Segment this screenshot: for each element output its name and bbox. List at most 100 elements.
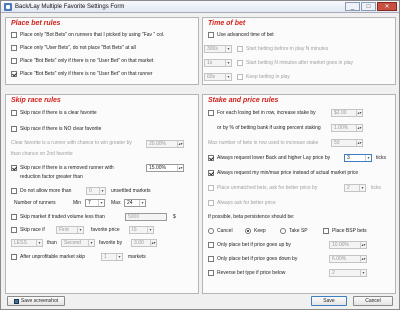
radio[interactable]: [280, 228, 286, 234]
checkbox[interactable]: [11, 254, 17, 260]
checkbox[interactable]: [11, 58, 17, 64]
unsettled-label: unsettled markets: [111, 188, 151, 194]
keep-betting-row[interactable]: Keep betting in play: [237, 73, 290, 81]
fav-by-spinner[interactable]: 3.00 ▴▾: [131, 239, 157, 247]
floppy-icon: [13, 298, 19, 304]
checkbox[interactable]: [11, 45, 17, 51]
take-sp-radio-row[interactable]: Take SP: [280, 227, 308, 235]
maximize-button[interactable]: □: [361, 2, 376, 11]
min-runners-dropdown[interactable]: 7 ▾: [85, 199, 105, 207]
start-after-row[interactable]: Start betting N minutes after market goe…: [237, 59, 353, 67]
stake-price-rules-heading: Stake and price rules: [208, 97, 279, 104]
cancel-button[interactable]: Cancel: [353, 296, 393, 306]
max-bets-spinner[interactable]: 50 ▴▾: [331, 139, 363, 147]
checkbox[interactable]: [208, 242, 214, 248]
checkbox[interactable]: [237, 74, 243, 80]
checkbox[interactable]: [11, 126, 17, 132]
unsettled-spinner[interactable]: 0 ▾: [86, 187, 106, 195]
keep-betting-dropdown[interactable]: 60s ▾: [204, 73, 232, 81]
lower-back-ticks-dropdown[interactable]: 3 ▾: [344, 154, 372, 162]
volume-input[interactable]: 5000: [125, 213, 167, 221]
price-up-row[interactable]: Only place bet if price goes up by: [208, 241, 291, 249]
minimize-button[interactable]: _: [345, 2, 360, 11]
save-button[interactable]: Save: [311, 296, 347, 306]
checkbox[interactable]: [11, 110, 17, 116]
place-bet-rules-heading: Place bet rules: [11, 20, 61, 27]
unmatched-ticks-dropdown[interactable]: 2 ▾: [344, 184, 366, 192]
checkbox-checked[interactable]: [11, 165, 17, 171]
losing-stake-spinner[interactable]: $2.00 ▴▾: [331, 109, 363, 117]
persistence-label: If possible, beta persistence should be:: [208, 214, 295, 220]
place-bot-no-user-runner-row[interactable]: Place "Bot Bets" only if there is no "Us…: [11, 70, 152, 78]
clear-fav-desc-2: than chance on 2nd favorite: [11, 151, 73, 157]
start-before-row[interactable]: Start betting before in play N minutes: [237, 45, 328, 53]
first-fav-dropdown[interactable]: First ▾: [56, 226, 84, 234]
min-label: Min: [73, 200, 82, 206]
checkbox[interactable]: [11, 227, 17, 233]
clear-fav-spinner[interactable]: 20.00% ▴▾: [146, 140, 184, 148]
price-down-spinner[interactable]: 6.00% ▴▾: [329, 255, 367, 263]
skip-race-rules-heading: Skip race rules: [11, 97, 61, 104]
checkbox[interactable]: [208, 200, 214, 206]
keep-radio-row[interactable]: Keep: [245, 227, 266, 235]
is-dropdown[interactable]: IS ▾: [129, 226, 154, 234]
window-title: Back/Lay Multiple Favorite Settings Form: [15, 3, 125, 10]
lower-back-row[interactable]: Always request lower Back and higher Lay…: [208, 154, 330, 162]
checkbox[interactable]: [237, 60, 243, 66]
checkbox[interactable]: [208, 256, 214, 262]
reverse-price-dropdown[interactable]: 2 ▾: [329, 269, 367, 277]
not-allow-row[interactable]: Do not allow more than: [11, 187, 71, 195]
checkbox-checked[interactable]: [208, 155, 214, 161]
checkbox-checked[interactable]: [208, 170, 214, 176]
max-runners-dropdown[interactable]: 24 ▾: [124, 199, 146, 207]
checkbox[interactable]: [208, 185, 214, 191]
skip-race-if-row[interactable]: Skip race if: [11, 226, 45, 234]
second-fav-dropdown[interactable]: Second ▾: [61, 239, 95, 247]
max-label: Max: [111, 200, 121, 206]
use-advanced-time-row[interactable]: Use advanced time of bet: [208, 31, 274, 39]
unmatched-row[interactable]: Place unmatched bets, ask for better pri…: [208, 184, 317, 192]
checkbox[interactable]: [11, 214, 17, 220]
app-icon: [4, 2, 12, 11]
price-up-spinner[interactable]: 10.00% ▴▾: [329, 241, 367, 249]
removed-runner-spinner[interactable]: 15.00% ▴▾: [146, 164, 184, 172]
time-of-bet-heading: Time of bet: [208, 20, 246, 27]
stake-price-rules-panel: [202, 94, 396, 294]
currency-label: $: [173, 214, 176, 220]
skip-no-clear-fav-row[interactable]: Skip race if there is NO clear favorite: [11, 125, 101, 133]
checkbox[interactable]: [323, 228, 329, 234]
reverse-bet-row[interactable]: Reverse bet type if price below: [208, 269, 285, 277]
place-only-user-row[interactable]: Place only "User Bets", do not place "Bo…: [11, 44, 136, 52]
after-inplay-dropdown[interactable]: 1s ▾: [204, 59, 232, 67]
checkbox[interactable]: [208, 270, 214, 276]
removed-runner-row[interactable]: Skip race if there is a removed runner w…: [11, 164, 114, 172]
before-inplay-dropdown[interactable]: 300s ▾: [204, 45, 232, 53]
checkbox[interactable]: [208, 110, 214, 116]
always-ask-row[interactable]: Always ask for better price: [208, 199, 276, 207]
after-unprofitable-spinner[interactable]: 1 ▾: [101, 253, 123, 261]
save-screenshot-button[interactable]: Save screenshot: [7, 296, 65, 306]
checkbox[interactable]: [208, 32, 214, 38]
checkbox[interactable]: [237, 46, 243, 52]
skip-clear-fav-row[interactable]: Skip race if there is a clear favorite: [11, 109, 97, 117]
after-unprofitable-row[interactable]: After unprofitable market skip: [11, 253, 85, 261]
place-only-bot-fav-row[interactable]: Place only "Bot Bets" on runners that I …: [11, 31, 164, 39]
place-bsp-row[interactable]: Place BSP bets: [323, 227, 367, 235]
clear-fav-desc-1: Clear favorite is a runner with chance t…: [11, 140, 132, 146]
radio-selected[interactable]: [245, 228, 251, 234]
losing-bet-row[interactable]: For each losing bet in row, increase sta…: [208, 109, 316, 117]
bank-percent-label: or by % of betting bank if using percent…: [217, 125, 321, 131]
less-dropdown[interactable]: LESS ▾: [11, 239, 43, 247]
checkbox[interactable]: [11, 32, 17, 38]
close-button[interactable]: ✕: [377, 2, 397, 11]
skip-volume-row[interactable]: Skip market if traded volume less than: [11, 213, 105, 221]
min-max-price-row[interactable]: Always request my min/max price instead …: [208, 169, 358, 177]
cancel-radio-row[interactable]: Cancel: [208, 227, 233, 235]
price-down-row[interactable]: Only place bet if price goes down by: [208, 255, 297, 263]
radio[interactable]: [208, 228, 214, 234]
checkbox-checked[interactable]: [11, 71, 17, 77]
bank-percent-spinner[interactable]: 1.00% ▴▾: [331, 124, 363, 132]
checkbox[interactable]: [11, 188, 17, 194]
place-bot-no-user-market-row[interactable]: Place "Bot Bets" only if there is no "Us…: [11, 57, 153, 65]
title-bar: Back/Lay Multiple Favorite Settings Form…: [1, 1, 399, 13]
